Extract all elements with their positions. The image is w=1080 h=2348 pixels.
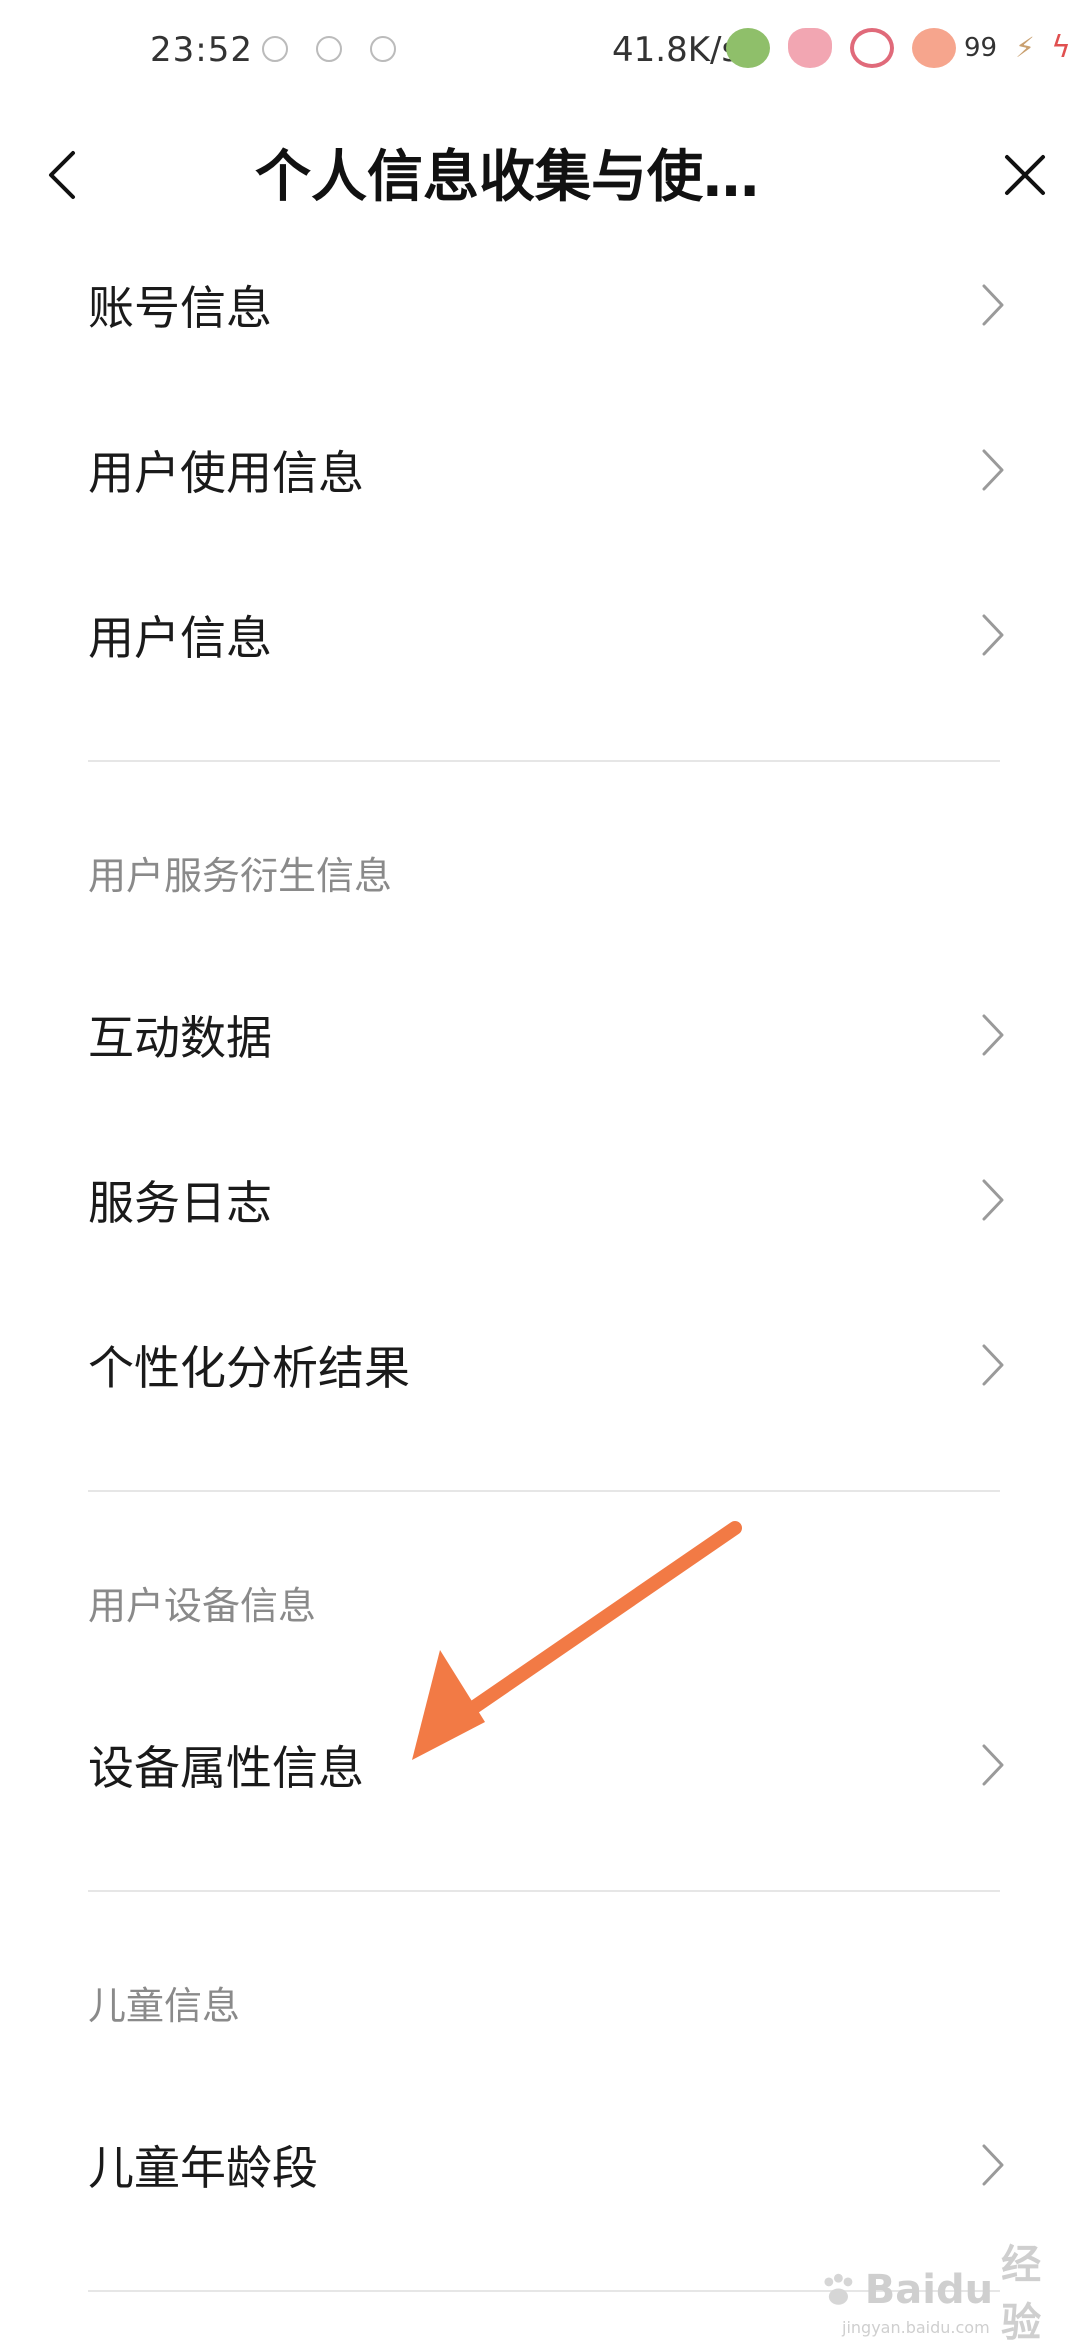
section-divider — [88, 1890, 1000, 1892]
chevron-left-icon — [49, 151, 75, 199]
watermark-suffix: 经验 — [1001, 2242, 1042, 2346]
chevron-right-icon — [982, 1744, 1004, 1786]
frog-sticker-icon — [726, 28, 770, 68]
section-header-device-info: 用户设备信息 — [88, 1584, 317, 1628]
notification-icon — [370, 36, 396, 62]
network-speed: 41.8K/s — [612, 30, 740, 70]
watermark-url: jingyan.baidu.com — [842, 2318, 990, 2337]
peach-battery-icon — [912, 28, 956, 68]
list-item-label: 设备属性信息 — [88, 1741, 364, 1795]
chevron-right-icon — [982, 1014, 1004, 1056]
heart-sticker-icon — [788, 28, 832, 68]
list-item-service-log[interactable]: 服务日志 — [88, 1125, 1008, 1275]
status-time: 23:52 — [150, 30, 253, 70]
list-item-label: 儿童年龄段 — [88, 2141, 318, 2195]
chevron-right-icon — [982, 1344, 1004, 1386]
notification-icon — [262, 36, 288, 62]
list-item-label: 互动数据 — [88, 1011, 272, 1065]
baidu-watermark: Baidu 经验 — [820, 2242, 1060, 2346]
battery-level: 99 — [964, 33, 998, 63]
list-item-label: 用户信息 — [88, 611, 272, 665]
list-item-user-info[interactable]: 用户信息 — [88, 560, 1008, 710]
watermark-brand: Baidu — [864, 2267, 994, 2313]
close-icon — [1005, 155, 1045, 195]
close-button[interactable] — [990, 140, 1060, 210]
paw-icon — [824, 2273, 853, 2305]
back-button[interactable] — [32, 140, 92, 210]
page-title: 个人信息收集与使… — [255, 145, 759, 210]
list-item-interaction-data[interactable]: 互动数据 — [88, 960, 1008, 1110]
bolt-icon: ⚡ — [1015, 31, 1035, 64]
notification-icon — [316, 36, 342, 62]
charging-icon: ϟ — [1051, 30, 1071, 65]
list-item-user-usage-info[interactable]: 用户使用信息 — [88, 395, 1008, 545]
list-item-account-info[interactable]: 账号信息 — [88, 230, 1008, 380]
section-header-derived-info: 用户服务衍生信息 — [88, 854, 393, 898]
section-header-children-info: 儿童信息 — [88, 1984, 241, 2028]
list-item-personalized-analysis[interactable]: 个性化分析结果 — [88, 1290, 1008, 1440]
chevron-right-icon — [982, 449, 1004, 491]
list-item-device-attributes[interactable]: 设备属性信息 — [88, 1690, 1008, 1840]
status-right-icons: 99 ⚡ ϟ — [726, 28, 1071, 68]
chevron-right-icon — [982, 284, 1004, 326]
chevron-right-icon — [982, 2144, 1004, 2186]
chevron-right-icon — [982, 614, 1004, 656]
status-bar: 23:52 41.8K/s 99 ⚡ ϟ — [0, 0, 1080, 110]
list-item-label: 服务日志 — [88, 1176, 272, 1230]
clock-sticker-icon — [850, 28, 894, 68]
notification-icons — [262, 36, 396, 62]
section-divider — [88, 1490, 1000, 1492]
chevron-right-icon — [982, 1179, 1004, 1221]
list-item-label: 账号信息 — [88, 281, 272, 335]
app-header: 个人信息收集与使… — [0, 110, 1080, 240]
list-item-label: 个性化分析结果 — [88, 1341, 410, 1395]
section-divider — [88, 760, 1000, 762]
list-item-label: 用户使用信息 — [88, 446, 364, 500]
list-item-child-age-range[interactable]: 儿童年龄段 — [88, 2090, 1008, 2240]
